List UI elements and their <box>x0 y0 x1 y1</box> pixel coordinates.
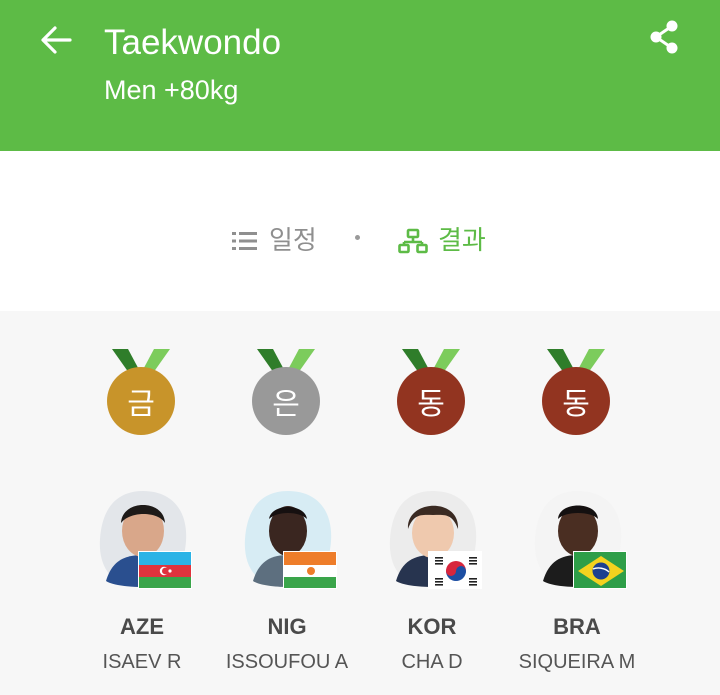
country-code: NIG <box>267 614 307 639</box>
athlete-name: CHA D <box>401 651 463 673</box>
arrow-left-icon <box>41 26 72 54</box>
page-title: Taekwondo <box>104 23 282 62</box>
azerbaijan-flag <box>138 551 192 589</box>
view-tabs: 일정 결과 <box>0 151 720 311</box>
bronze-medal-icon: 동 <box>542 349 612 435</box>
page-subtitle: Men +80kg <box>104 75 239 105</box>
country-code: KOR <box>407 614 457 639</box>
tab-results[interactable]: 결과 <box>398 221 486 261</box>
tab-schedule-label: 일정 <box>269 226 317 256</box>
medal-label: 동 <box>542 367 610 435</box>
bronze-medal-icon: 동 <box>397 349 467 435</box>
medal-label: 은 <box>252 367 320 435</box>
share-button[interactable] <box>646 18 684 56</box>
country-code: BRA <box>553 614 601 639</box>
tab-schedule[interactable]: 일정 <box>231 221 317 261</box>
medal-results-panel: 금 은 동 동 AZE ISAEV R NIG ISSOUFOU A KOR C… <box>0 311 720 695</box>
korea-flag <box>428 551 482 589</box>
back-button[interactable] <box>38 22 74 58</box>
medal-label: 금 <box>107 367 175 435</box>
brazil-flag <box>573 551 627 589</box>
athlete-name: ISAEV R <box>102 651 182 673</box>
tab-results-label: 결과 <box>438 226 486 256</box>
country-code: AZE <box>120 614 164 639</box>
athlete-card-nig[interactable]: NIG ISSOUFOU A <box>217 485 357 695</box>
gold-medal-icon: 금 <box>107 349 177 435</box>
app-header: Taekwondo Men +80kg <box>0 0 720 151</box>
silver-medal-icon: 은 <box>252 349 322 435</box>
list-icon <box>232 232 257 250</box>
medal-label: 동 <box>397 367 465 435</box>
athlete-name: ISSOUFOU A <box>225 651 349 673</box>
athlete-name: SIQUEIRA M <box>518 651 636 673</box>
athlete-card-kor[interactable]: KOR CHA D <box>362 485 502 695</box>
athlete-card-aze[interactable]: AZE ISAEV R <box>72 485 212 695</box>
athlete-card-bra[interactable]: BRA SIQUEIRA M <box>507 485 647 695</box>
niger-flag <box>283 551 337 589</box>
bracket-icon <box>398 228 428 254</box>
share-icon <box>650 20 678 54</box>
tab-separator-dot <box>355 235 360 240</box>
